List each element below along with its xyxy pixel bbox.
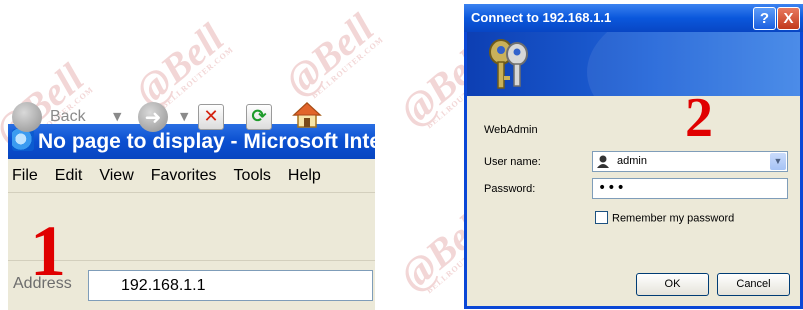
refresh-icon[interactable]: ⟳ <box>246 104 272 130</box>
step-number-2: 2 <box>685 87 713 149</box>
close-button[interactable]: X <box>777 7 800 30</box>
password-field[interactable]: ••• <box>592 178 788 199</box>
login-dialog: Connect to 192.168.1.1 ? X 2 WebAdmin Us… <box>464 4 803 309</box>
cancel-button[interactable]: Cancel <box>717 273 790 296</box>
help-button[interactable]: ? <box>753 7 776 30</box>
user-icon <box>597 155 609 168</box>
menu-view[interactable]: View <box>99 159 133 192</box>
dialog-body: 2 WebAdmin User name: admin ▼ Password: … <box>467 32 800 306</box>
username-label: User name: <box>484 156 541 168</box>
remember-label[interactable]: Remember my password <box>612 212 734 224</box>
realm-label: WebAdmin <box>484 124 538 136</box>
home-icon[interactable] <box>292 100 322 130</box>
watermark: @Bell BELLROUTER.COM <box>126 14 236 114</box>
stop-icon[interactable]: ✕ <box>198 104 224 130</box>
browser-menu-bar: File Edit View Favorites Tools Help <box>8 159 375 192</box>
ok-button[interactable]: OK <box>636 273 709 296</box>
watermark: @Bell BELLROUTER.COM <box>276 4 386 104</box>
ie-page-icon <box>12 129 34 152</box>
password-label: Password: <box>484 183 536 195</box>
menu-favorites[interactable]: Favorites <box>151 159 217 192</box>
remember-checkbox[interactable] <box>595 211 608 224</box>
step-number-1: 1 <box>30 211 66 291</box>
forward-dropdown-icon[interactable]: ▼ <box>180 110 188 123</box>
menu-edit[interactable]: Edit <box>55 159 83 192</box>
dialog-banner <box>467 32 800 96</box>
back-dropdown-icon[interactable]: ▼ <box>113 110 121 123</box>
back-button-label[interactable]: Back <box>50 108 86 126</box>
menu-file[interactable]: File <box>12 159 38 192</box>
forward-arrow-icon[interactable]: ➜ <box>138 102 168 132</box>
chevron-down-icon[interactable]: ▼ <box>770 153 786 170</box>
browser-title: No page to display - Microsoft Inte <box>38 130 375 153</box>
address-input[interactable]: 192.168.1.1 <box>88 270 373 301</box>
remember-password[interactable]: Remember my password <box>595 211 734 225</box>
keys-icon <box>489 39 528 89</box>
menu-tools[interactable]: Tools <box>234 159 271 192</box>
username-combobox[interactable]: admin ▼ <box>592 151 788 172</box>
back-arrow-icon[interactable] <box>12 102 42 132</box>
username-value: admin <box>617 155 647 167</box>
menu-help[interactable]: Help <box>288 159 321 192</box>
